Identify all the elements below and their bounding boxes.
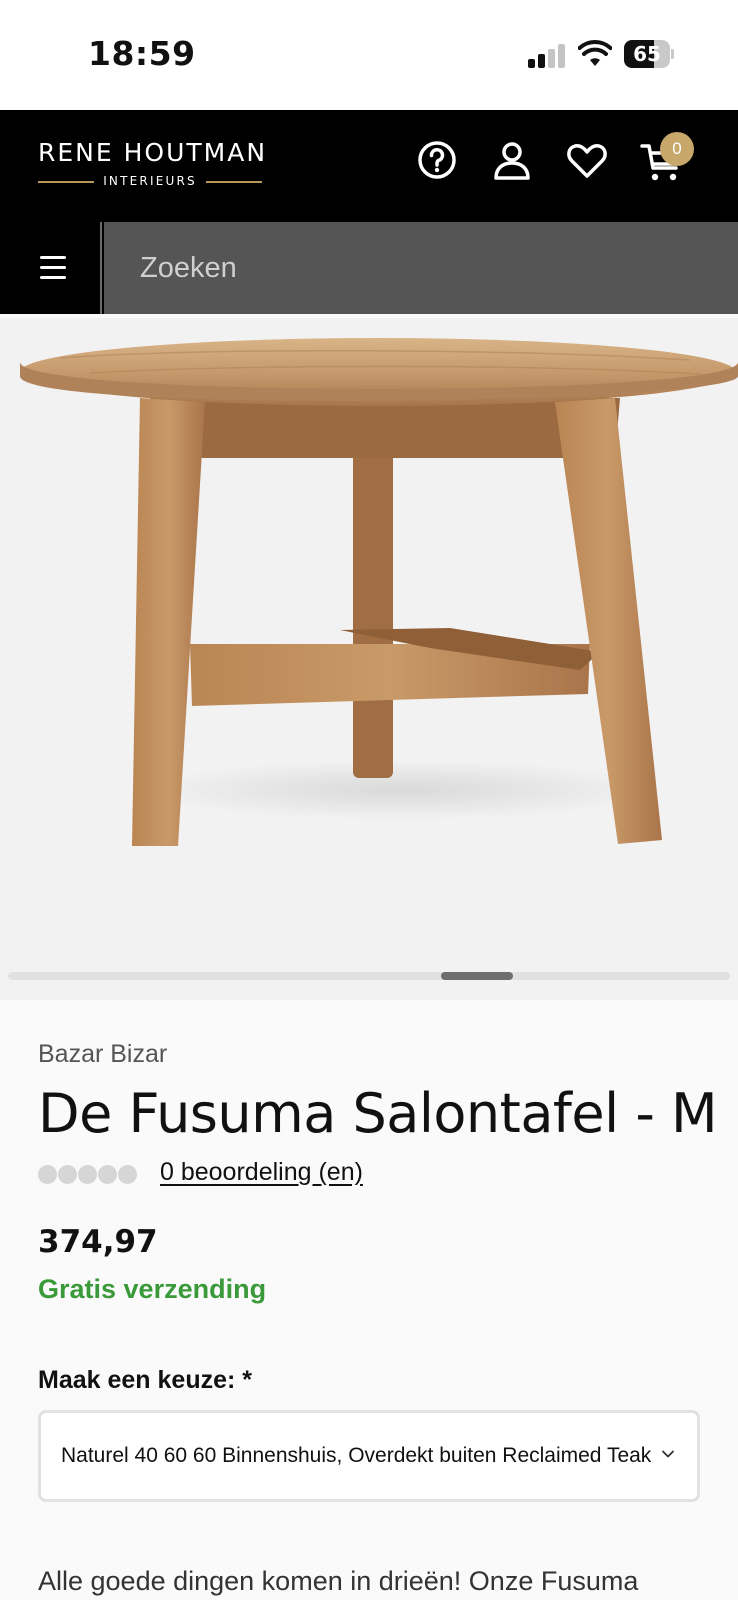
- help-icon[interactable]: [415, 138, 459, 182]
- rating-dot: [58, 1165, 77, 1184]
- rating-dot: [78, 1165, 97, 1184]
- gallery-scrollbar-thumb[interactable]: [441, 972, 513, 980]
- site-header: RENE HOUTMAN INTERIEURS 0: [0, 110, 738, 222]
- search-input[interactable]: [104, 222, 738, 314]
- product-brand[interactable]: Bazar Bizar: [38, 1040, 167, 1069]
- variant-select-label: Maak een keuze: *: [38, 1366, 252, 1394]
- product-image: [20, 338, 738, 846]
- rating-dot: [118, 1165, 137, 1184]
- product-description: Alle goede dingen komen in drieën! Onze …: [38, 1566, 639, 1596]
- logo[interactable]: RENE HOUTMAN INTERIEURS: [38, 138, 268, 194]
- review-count-link[interactable]: 0 beoordeling (en): [160, 1158, 363, 1187]
- account-icon[interactable]: [490, 138, 534, 182]
- menu-button[interactable]: [0, 222, 102, 314]
- variant-select[interactable]: Naturel 40 60 60 Binnenshuis, Overdekt b…: [38, 1410, 700, 1502]
- gallery-scrollbar[interactable]: [8, 972, 730, 980]
- product-image-gallery[interactable]: [0, 318, 738, 1000]
- product-price: 374,97: [38, 1224, 158, 1260]
- shipping-info: Gratis verzending: [38, 1274, 267, 1304]
- rating-dot: [98, 1165, 117, 1184]
- battery-level: 65: [633, 42, 661, 66]
- cart-count-badge: 0: [660, 132, 694, 166]
- cellular-signal-icon: [528, 44, 568, 68]
- status-time: 18:59: [88, 34, 196, 73]
- logo-main-text: RENE HOUTMAN: [38, 138, 268, 167]
- hamburger-menu-icon: [40, 256, 66, 259]
- wishlist-heart-icon[interactable]: [565, 138, 609, 182]
- wifi-icon: [578, 40, 612, 66]
- search-bar: [0, 222, 738, 314]
- logo-sub-text: INTERIEURS: [103, 174, 197, 188]
- rating-dot: [38, 1165, 57, 1184]
- status-bar: 18:59 65: [0, 0, 738, 110]
- chevron-down-icon: [662, 1450, 674, 1458]
- product-title: De Fusuma Salontafel - M: [38, 1082, 718, 1145]
- variant-select-value: Naturel 40 60 60 Binnenshuis, Overdekt b…: [61, 1444, 651, 1467]
- battery-icon: 65: [624, 40, 674, 68]
